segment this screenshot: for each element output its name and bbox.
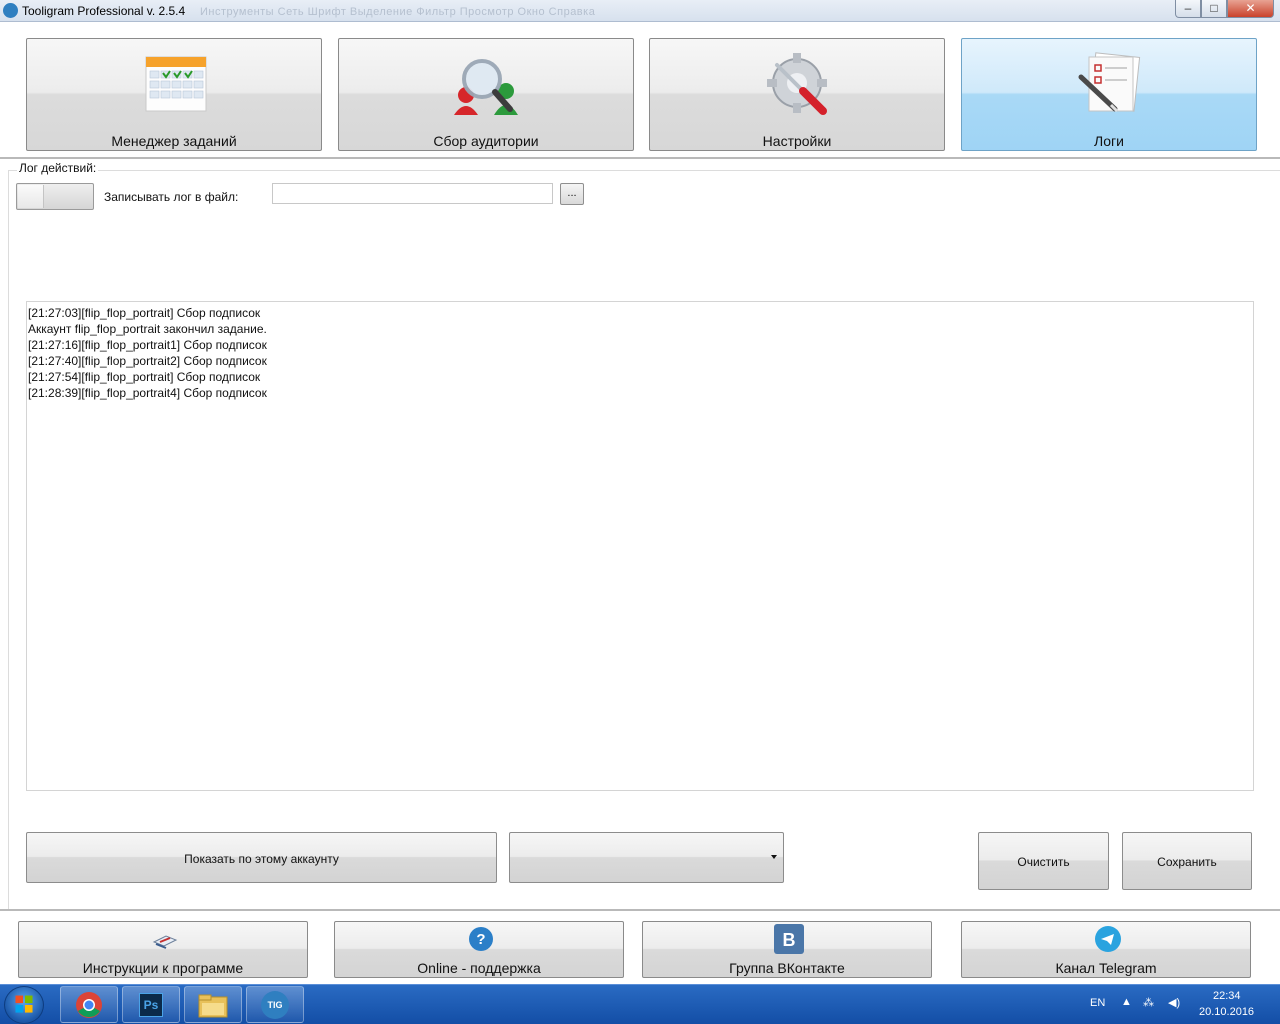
taskbar-explorer[interactable] bbox=[184, 986, 242, 1023]
tooligram-app-icon: TIG bbox=[261, 991, 289, 1019]
minimize-button[interactable]: – bbox=[1175, 0, 1201, 18]
instructions-label: Инструкции к программе bbox=[82, 960, 244, 976]
network-icon[interactable]: ⁂ bbox=[1143, 996, 1154, 1009]
app-logo-icon bbox=[3, 3, 18, 18]
tab-task-manager[interactable]: Менеджер заданий bbox=[26, 38, 322, 151]
svg-text:B: B bbox=[783, 930, 796, 950]
log-line: Аккаунт flip_flop_portrait закончил зада… bbox=[28, 322, 267, 336]
taskbar-photoshop[interactable]: Ps bbox=[122, 986, 180, 1023]
calendar-icon bbox=[145, 56, 207, 112]
online-support-button[interactable]: ? Online - поддержка bbox=[334, 921, 624, 978]
save-button[interactable]: Сохранить bbox=[1122, 832, 1252, 890]
windows-logo-icon bbox=[15, 995, 33, 1013]
telegram-channel-button[interactable]: Канал Telegram bbox=[961, 921, 1251, 978]
tab-label: Логи bbox=[1094, 133, 1124, 149]
maximize-button[interactable]: □ bbox=[1201, 0, 1227, 18]
windows-taskbar: Ps TIG EN ▲ ⁂ ◀) 22:34 20.10.2016 bbox=[0, 984, 1280, 1024]
tab-settings[interactable]: Настройки bbox=[649, 38, 945, 151]
instructions-button[interactable]: Инструкции к программе bbox=[18, 921, 308, 978]
tab-label: Сбор аудитории bbox=[433, 133, 539, 149]
tab-logs[interactable]: Логи bbox=[961, 38, 1257, 151]
taskbar-chrome[interactable] bbox=[60, 986, 118, 1023]
tab-audience-collection[interactable]: Сбор аудитории bbox=[338, 38, 634, 151]
chrome-icon bbox=[76, 992, 102, 1018]
gear-screwdriver-icon bbox=[767, 53, 827, 115]
dropdown-arrow-icon bbox=[771, 855, 777, 859]
checklist-pen-icon bbox=[1078, 52, 1141, 113]
magnifier-users-icon bbox=[454, 59, 518, 115]
tab-label: Менеджер заданий bbox=[111, 133, 237, 149]
logs-panel: Лог действий: Записывать лог в файл: ...… bbox=[0, 159, 1280, 910]
telegram-icon bbox=[1095, 926, 1121, 952]
log-group-title: Лог действий: bbox=[17, 161, 99, 175]
top-navigation: Менеджер заданий Сбор аудитории Настройк… bbox=[0, 22, 1280, 159]
bottom-navigation: Инструкции к программе ? Online - поддер… bbox=[0, 909, 1280, 984]
instructions-icon bbox=[152, 935, 178, 949]
log-output[interactable]: [21:27:03][flip_flop_portrait] Сбор подп… bbox=[26, 301, 1254, 791]
title-bar: Tooligram Professional v. 2.5.4 Инструме… bbox=[0, 0, 1280, 22]
volume-icon[interactable]: ◀) bbox=[1168, 996, 1180, 1009]
tab-label: Настройки bbox=[762, 133, 832, 149]
clear-button[interactable]: Очистить bbox=[978, 832, 1109, 890]
online-support-label: Online - поддержка bbox=[417, 960, 541, 976]
show-by-account-button[interactable]: Показать по этому аккаунту bbox=[26, 832, 497, 883]
clock-date[interactable]: 20.10.2016 bbox=[1199, 1006, 1254, 1018]
vk-group-button[interactable]: B Группа ВКонтакте bbox=[642, 921, 932, 978]
telegram-channel-label: Канал Telegram bbox=[1055, 960, 1157, 976]
log-line: [21:28:39][flip_flop_portrait4] Сбор под… bbox=[28, 386, 267, 400]
svg-text:?: ? bbox=[476, 931, 485, 948]
write-log-toggle[interactable] bbox=[16, 183, 94, 210]
photoshop-icon: Ps bbox=[139, 993, 163, 1017]
browse-button[interactable]: ... bbox=[560, 183, 584, 205]
clock-time[interactable]: 22:34 bbox=[1213, 990, 1241, 1002]
help-icon: ? bbox=[469, 927, 493, 951]
account-select[interactable] bbox=[509, 832, 784, 883]
taskbar-tooligram[interactable]: TIG bbox=[246, 986, 304, 1023]
folder-icon bbox=[198, 994, 228, 1018]
language-indicator[interactable]: EN bbox=[1090, 997, 1105, 1009]
background-menu-ghost: Инструменты Сеть Шрифт Выделение Фильтр … bbox=[200, 6, 596, 18]
start-button[interactable] bbox=[4, 986, 44, 1024]
toggle-knob bbox=[18, 185, 44, 208]
vk-group-label: Группа ВКонтакте bbox=[729, 960, 845, 976]
close-button[interactable]: ✕ bbox=[1227, 0, 1274, 18]
write-log-label: Записывать лог в файл: bbox=[104, 190, 239, 204]
log-line: [21:27:54][flip_flop_portrait] Сбор подп… bbox=[28, 370, 261, 384]
log-file-path-input[interactable] bbox=[272, 183, 553, 204]
log-line: [21:27:40][flip_flop_portrait2] Сбор под… bbox=[28, 354, 267, 368]
vk-icon: B bbox=[774, 924, 804, 954]
log-line: [21:27:03][flip_flop_portrait] Сбор подп… bbox=[28, 306, 261, 320]
log-line: [21:27:16][flip_flop_portrait1] Сбор под… bbox=[28, 338, 267, 352]
window-title: Tooligram Professional v. 2.5.4 bbox=[22, 4, 186, 18]
tray-arrow-icon[interactable]: ▲ bbox=[1121, 996, 1132, 1008]
